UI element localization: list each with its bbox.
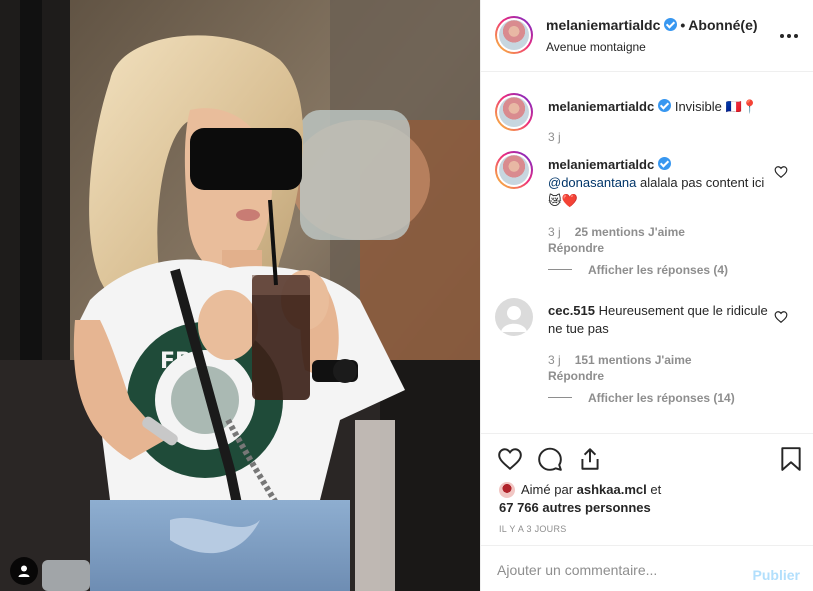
comment-avatar[interactable] xyxy=(495,298,533,336)
comment-like-heart-icon[interactable] xyxy=(774,165,788,179)
comment-icon[interactable] xyxy=(537,446,563,472)
likes-others-label: autres personnes xyxy=(542,500,651,515)
post-timestamp[interactable]: IL Y A 3 JOURS xyxy=(499,524,567,534)
comment-meta: 3 j 25 mentions J'aime xyxy=(548,225,685,239)
bookmark-icon[interactable] xyxy=(778,446,804,472)
separator-dot: • xyxy=(680,17,686,33)
caption-emoji: 🇫🇷📍 xyxy=(725,99,758,114)
verified-badge-icon xyxy=(658,157,672,170)
comment-username[interactable]: cec.515 xyxy=(548,303,595,318)
reply-button[interactable]: Répondre xyxy=(548,369,604,383)
share-icon[interactable] xyxy=(577,446,603,472)
post-location[interactable]: Avenue montaigne xyxy=(546,40,646,54)
comment-mention[interactable]: @donasantana xyxy=(548,175,636,190)
comment: melaniemartialdc @donasantana alalala pa… xyxy=(548,156,773,210)
author-username[interactable]: melaniemartialdc xyxy=(546,17,660,33)
heart-icon[interactable] xyxy=(497,446,523,472)
publish-button[interactable]: Publier xyxy=(753,567,800,583)
post-photo[interactable]: FR xyxy=(0,0,480,591)
post-sidebar: melaniemartialdc • Abonné(e) Avenue montai… xyxy=(480,0,813,591)
reply-button[interactable]: Répondre xyxy=(548,241,604,255)
post-image: FR xyxy=(0,0,480,591)
follow-status-button[interactable]: Abonné(e) xyxy=(688,17,757,33)
comment-avatar[interactable] xyxy=(495,151,533,189)
author-avatar[interactable] xyxy=(495,16,533,54)
caption-text: Invisible xyxy=(674,99,722,114)
comments-list[interactable]: melaniemartialdc Invisible 🇫🇷📍 3 j melan… xyxy=(481,73,813,433)
view-replies-button[interactable]: Afficher les réponses (14) xyxy=(548,391,735,405)
author-line: melaniemartialdc • Abonné(e) xyxy=(546,17,758,33)
likes-others-button[interactable]: 67 766 autres personnes xyxy=(499,499,651,517)
view-replies-button[interactable]: Afficher les réponses (4) xyxy=(548,263,728,277)
comment-time: 3 j xyxy=(548,225,561,239)
likes-and: et xyxy=(650,482,662,497)
comment-input[interactable] xyxy=(497,556,737,584)
liker-username[interactable]: ashkaa.mcl xyxy=(577,482,647,497)
comment-likes-count[interactable]: 151 mentions J'aime xyxy=(575,353,692,367)
more-options-icon[interactable] xyxy=(780,34,800,40)
add-comment-bar: Publier xyxy=(481,545,813,591)
likes-prefix: Aimé par xyxy=(521,482,574,497)
verified-badge-icon xyxy=(658,99,672,112)
liker-avatar[interactable] xyxy=(499,482,515,498)
caption: melaniemartialdc Invisible 🇫🇷📍 xyxy=(548,98,773,116)
caption-time: 3 j xyxy=(548,130,561,144)
comment-likes-count[interactable]: 25 mentions J'aime xyxy=(575,225,685,239)
caption-avatar[interactable] xyxy=(495,93,533,131)
comment-text: alalala pas content ici xyxy=(636,175,765,190)
comment: cec.515 Heureusement que le ridicule ne … xyxy=(548,302,773,338)
comment-username[interactable]: melaniemartialdc xyxy=(548,157,654,172)
likes-count: 67 766 xyxy=(499,500,539,515)
caption-username[interactable]: melaniemartialdc xyxy=(548,99,654,114)
svg-text:FR: FR xyxy=(160,349,192,374)
user-tag-icon[interactable] xyxy=(10,557,38,585)
comment-meta: 3 j 151 mentions J'aime xyxy=(548,353,692,367)
comment-time: 3 j xyxy=(548,353,561,367)
comment-emoji: 😿❤️ xyxy=(548,193,578,208)
post-header: melaniemartialdc • Abonné(e) Avenue montai… xyxy=(481,0,813,72)
verified-badge-icon xyxy=(664,18,678,31)
comment-like-heart-icon[interactable] xyxy=(774,310,788,324)
